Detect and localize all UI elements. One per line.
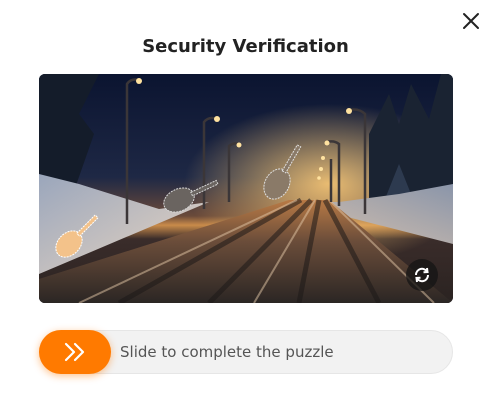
puzzle-image [39, 74, 453, 303]
refresh-icon [414, 267, 430, 283]
slider-track[interactable]: Slide to complete the puzzle [39, 330, 453, 374]
close-icon [463, 13, 479, 29]
double-chevron-right-icon [64, 342, 85, 362]
slider-handle[interactable] [39, 330, 111, 374]
refresh-button[interactable] [406, 259, 438, 291]
snowy-road-scene [39, 74, 453, 303]
slider-label: Slide to complete the puzzle [120, 343, 334, 361]
close-button[interactable] [459, 9, 483, 33]
dialog-title: Security Verification [142, 36, 349, 57]
